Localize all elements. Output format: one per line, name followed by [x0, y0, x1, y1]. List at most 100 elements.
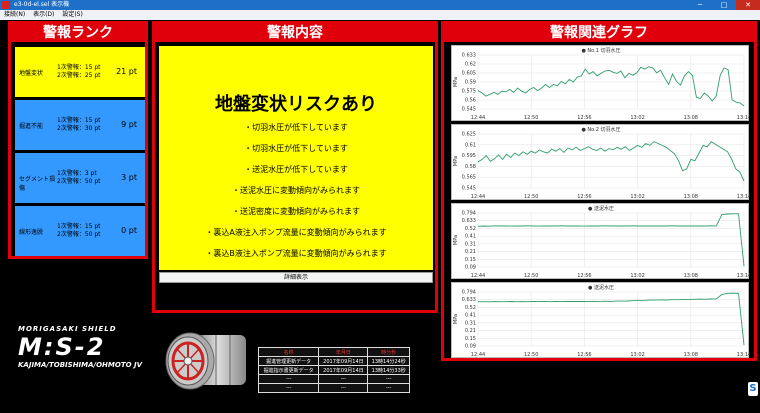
x-tick-label: 12:56	[577, 115, 591, 121]
history-row: 掘進管理更新データ 2017年09月14日 13時14分24秒	[257, 356, 410, 366]
rank-points: 0 pt	[121, 226, 137, 235]
y-tick-label: 0.21	[465, 328, 476, 334]
rank-threshold-2: 2次警報：25 pt	[57, 72, 101, 79]
x-tick-label: 12:56	[577, 352, 591, 358]
minimize-button[interactable]: ─	[688, 0, 712, 10]
chart-svg: ● No.1 切羽水圧 0.633 0.62 0.605 0.59 0.575 0.56 0.…	[453, 47, 750, 121]
y-tick-label: 0.633	[462, 53, 476, 59]
y-tick-label: 0.52	[465, 305, 476, 311]
alarm-message-line: ・切羽水圧が低下しています	[244, 144, 348, 153]
rank-threshold-1: 1次警報：15 pt	[57, 117, 101, 124]
rank-threshold-1: 1次警報：3 pt	[57, 170, 97, 177]
ms2-logo: MORIGASAKI SHIELD M:S-2 KAJIMA/TOBISHIMA…	[18, 325, 142, 369]
maximize-button[interactable]: □	[712, 0, 736, 10]
close-button[interactable]: ✕	[736, 0, 760, 10]
history-cell: 13時14分24秒	[367, 356, 410, 366]
y-tick-label: 0.794	[462, 211, 476, 217]
y-tick-label: 0.52	[465, 226, 476, 232]
alarm-rank-title: 警報ランク	[11, 24, 145, 42]
app-icon	[2, 1, 10, 9]
x-tick-label: 12:44	[471, 352, 485, 358]
chart-svg: ● No.2 切羽水圧 0.625 0.61 0.595 0.58 0.565 0.545 1…	[453, 126, 750, 200]
alarm-message-line: ・裏込A液注入ポンプ流量に変動傾向がみられます	[205, 228, 387, 237]
alarm-message-line: ・切羽水圧が低下しています	[244, 123, 348, 132]
history-cell: ---	[257, 374, 320, 384]
history-row: --- --- ---	[257, 374, 410, 384]
alarm-rank-panel: 警報ランク 地盤変状 1次警報：15 pt 2次警報：25 pt 21 pt 掘進不能 1…	[8, 21, 148, 259]
alarm-graph-title: 警報関連グラフ	[444, 24, 754, 42]
x-tick-label: 12:50	[524, 115, 538, 121]
y-axis-label: MPa	[453, 156, 459, 166]
y-axis-label: MPa	[453, 235, 459, 245]
history-row: 掘進指示書更新データ 2017年09月14日 13時14分33秒	[257, 365, 410, 375]
logo-top-text: MORIGASAKI SHIELD	[18, 325, 117, 333]
x-tick-label: 13:08	[684, 115, 698, 121]
logo-bottom-text: KAJIMA/TOBISHIMA/OHMOTO JV	[18, 361, 143, 369]
history-cell: 掘進指示書更新データ	[257, 365, 320, 375]
x-tick-label: 13:14	[737, 194, 750, 200]
y-tick-label: 0.59	[465, 80, 476, 86]
x-tick-label: 12:56	[577, 194, 591, 200]
history-cell: ---	[367, 383, 410, 393]
rank-thresholds: 1次警報：15 pt 2次警報：50 pt	[57, 223, 101, 239]
graph-chart: ● 送泥水圧 0.794 0.633 0.52 0.41 0.31 0.21 0.15 0.09…	[451, 203, 750, 279]
series-line	[478, 292, 745, 346]
history-cell: 2017年09月14日	[318, 365, 369, 375]
window-title: e3-0d-el.sel 表示機	[14, 1, 70, 8]
history-cell: 2017年09月14日	[318, 356, 369, 366]
menu-view[interactable]: 表示(D)	[33, 11, 54, 18]
y-tick-label: 0.31	[465, 320, 476, 326]
rank-points: 3 pt	[121, 173, 137, 182]
menu-settings[interactable]: 設定(S)	[62, 11, 83, 18]
x-tick-label: 13:08	[684, 352, 698, 358]
y-tick-label: 0.61	[465, 142, 476, 148]
y-tick-label: 0.595	[462, 153, 476, 159]
rank-threshold-2: 2次警報：50 pt	[57, 178, 101, 185]
alarm-graph-panel: 警報関連グラフ ● No.1 切羽水圧 0.633 0.62 0.605 0.59 0.5…	[441, 21, 757, 361]
graph-chart: ● 送泥水圧 0.794 0.633 0.52 0.41 0.31 0.21 0.15 0.09…	[451, 282, 750, 358]
menu-connect[interactable]: 接続(N)	[4, 11, 25, 18]
alarm-message-line: ・送泥水圧に変動傾向がみられます	[232, 186, 360, 195]
detail-button[interactable]: 詳細表示	[159, 272, 433, 283]
alarm-message-title: 警報内容	[155, 24, 435, 42]
y-tick-label: 0.58	[465, 164, 476, 170]
rank-card: 掘進不能 1次警報：15 pt 2次警報：30 pt 9 pt	[15, 100, 145, 150]
y-tick-label: 0.545	[462, 107, 476, 113]
y-tick-label: 0.565	[462, 175, 476, 181]
update-history-table: 名称 年月日 時分秒 掘進管理更新データ 2017年09月14日 13時14分24秒…	[257, 347, 410, 393]
x-tick-label: 12:50	[524, 352, 538, 358]
rank-thresholds: 1次警報：3 pt 2次警報：50 pt	[57, 170, 101, 186]
rank-points: 9 pt	[121, 120, 137, 129]
series-line	[477, 141, 745, 182]
rank-points: 21 pt	[116, 67, 137, 76]
y-tick-label: 0.625	[462, 132, 476, 138]
y-tick-label: 0.15	[465, 257, 476, 263]
chart-legend: ● No.2 切羽水圧	[581, 126, 620, 133]
y-axis-label: MPa	[453, 314, 459, 324]
rank-card: セグメント損傷 1次警報：3 pt 2次警報：50 pt 3 pt	[15, 153, 145, 203]
y-tick-label: 0.575	[462, 89, 476, 95]
history-header-date: 年月日	[318, 347, 369, 357]
title-bar: e3-0d-el.sel 表示機 ─ □ ✕	[0, 0, 760, 10]
alarm-message-area: 地盤変状リスクあり ・切羽水圧が低下しています ・切羽水圧が低下しています ・送泥水…	[159, 46, 433, 270]
y-tick-label: 0.31	[465, 241, 476, 247]
y-tick-label: 0.41	[465, 313, 476, 319]
rank-threshold-1: 1次警報：15 pt	[57, 64, 101, 71]
x-tick-label: 12:44	[471, 273, 485, 279]
side-s-icon[interactable]: S	[748, 382, 758, 396]
rank-name: 線形逸脱	[19, 229, 44, 236]
shield-machine-image	[165, 332, 246, 390]
rank-threshold-2: 2次警報：50 pt	[57, 231, 101, 238]
y-tick-label: 0.633	[462, 218, 476, 224]
chart-legend: ● 送泥水圧	[588, 205, 614, 212]
chart-svg: ● 送泥水圧 0.7940.633 0.52 0.410.31 0.21 0.15 0.09…	[453, 205, 750, 279]
graph-chart: ● No.1 切羽水圧 0.633 0.62 0.605 0.59 0.575 0.56 0.…	[451, 45, 750, 121]
x-tick-label: 12:44	[471, 115, 485, 121]
menu-bar: 接続(N) 表示(D) 設定(S)	[0, 10, 760, 20]
x-tick-label: 13:02	[630, 352, 644, 358]
alarm-message-line: ・送泥密度に変動傾向がみられます	[232, 207, 360, 216]
chart-svg: ● 送泥水圧 0.7940.633 0.52 0.410.31 0.21 0.15 0.09…	[453, 284, 750, 358]
rank-name: 地盤変状	[19, 70, 44, 77]
y-tick-label: 0.09	[465, 344, 476, 350]
rank-threshold-2: 2次警報：30 pt	[57, 125, 101, 132]
